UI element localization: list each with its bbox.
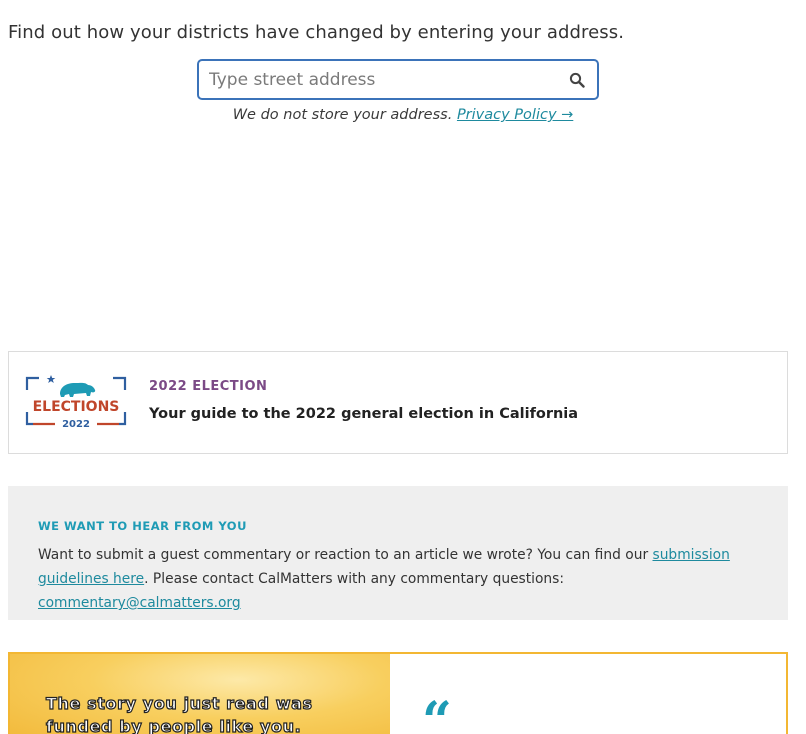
promo-banner: The story you just read was funded by pe… (10, 654, 390, 734)
hear-from-you-box: WE WANT TO HEAR FROM YOU Want to submit … (8, 486, 788, 620)
privacy-policy-link[interactable]: Privacy Policy → (457, 107, 573, 123)
hear-from-you-heading: WE WANT TO HEAR FROM YOU (38, 519, 247, 533)
hear-text-part-2: . Please contact CalMatters with any com… (144, 571, 565, 587)
election-guide-card[interactable]: ELECTIONS 2022 2022 ELECTION Your guide … (8, 351, 788, 454)
address-input[interactable] (209, 61, 559, 98)
commentary-email-link[interactable]: commentary@calmatters.org (38, 595, 241, 611)
address-search-box[interactable] (197, 59, 599, 100)
privacy-note: We do not store your address. Privacy Po… (0, 107, 806, 123)
hear-text-part-1: Want to submit a guest commentary or rea… (38, 547, 653, 563)
quote-icon: “ (422, 691, 452, 734)
hear-from-you-text: Want to submit a guest commentary or rea… (38, 543, 768, 615)
election-kicker: 2022 ELECTION (149, 379, 268, 394)
donation-promo: The story you just read was funded by pe… (8, 652, 788, 734)
promo-text: The story you just read was funded by pe… (45, 692, 313, 734)
bear-icon (60, 382, 96, 397)
election-guide-title[interactable]: Your guide to the 2022 general election … (149, 406, 578, 422)
privacy-text: We do not store your address. (232, 107, 453, 123)
search-icon[interactable] (569, 72, 585, 88)
elections-2022-logo: ELECTIONS 2022 (25, 375, 127, 430)
logo-year: 2022 (62, 419, 90, 430)
star-icon (46, 375, 56, 383)
district-lookup-intro: Find out how your districts have changed… (8, 22, 625, 43)
promo-line-1: The story you just read was (45, 693, 313, 713)
promo-line-2: funded by people like you. (45, 716, 302, 734)
page: Find out how your districts have changed… (0, 0, 806, 734)
logo-text: ELECTIONS (33, 399, 120, 415)
